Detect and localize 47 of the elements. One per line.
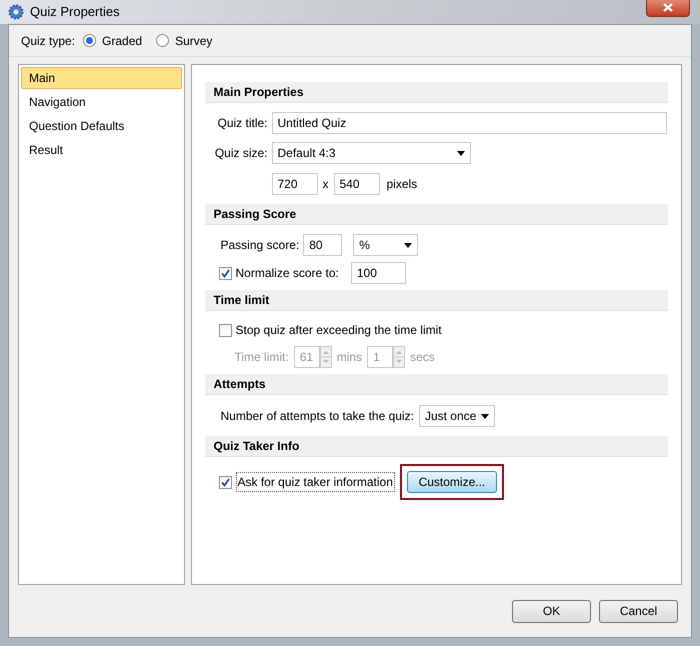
- dialog-button[interactable]: OK: [512, 600, 591, 622]
- field-label: Number of attempts to take the quiz:: [220, 408, 414, 425]
- field-label: Passing score:: [220, 237, 300, 254]
- checkbox[interactable]: [218, 266, 232, 280]
- radio-label: Graded: [102, 32, 142, 50]
- sidebar-item[interactable]: Navigation: [21, 91, 182, 113]
- dropdown[interactable]: %: [353, 234, 418, 256]
- sidebar-item[interactable]: Main: [21, 67, 182, 89]
- radio-button[interactable]: [83, 34, 96, 47]
- field-label: Quiz title:: [216, 115, 268, 132]
- sidebar-item[interactable]: Question Defaults: [21, 115, 182, 137]
- section-header: Quiz Taker Info: [204, 436, 668, 457]
- unit-label: mins: [336, 349, 362, 366]
- unit-label: pixels: [386, 176, 418, 193]
- dialog-button[interactable]: Cancel: [599, 600, 678, 622]
- input-field[interactable]: Untitled Quiz: [272, 112, 667, 134]
- field-label: Time limit:: [234, 349, 289, 366]
- customize-button[interactable]: Customize...: [406, 471, 497, 493]
- checkbox-label: Normalize score to:: [236, 265, 339, 282]
- field-label: Quiz type:: [21, 32, 76, 50]
- input-field[interactable]: 720: [272, 173, 318, 195]
- radio-button[interactable]: [156, 34, 170, 47]
- dropdown[interactable]: Default 4:3: [272, 142, 470, 164]
- caret-icon: [404, 242, 412, 248]
- section-header: Attempts: [204, 374, 668, 395]
- radio-label: Survey: [175, 32, 212, 50]
- gear-icon: [8, 4, 24, 20]
- checkbox[interactable]: [218, 476, 232, 488]
- times-sign: x: [322, 176, 328, 193]
- input-field[interactable]: 100: [350, 262, 406, 284]
- checkbox-label: Ask for quiz taker information: [236, 472, 395, 492]
- checkbox-label: Stop quiz after exceeding the time limit: [236, 322, 442, 339]
- sidebar-item[interactable]: Result: [21, 139, 182, 161]
- unit-label: secs: [410, 349, 435, 366]
- caret-icon: [456, 150, 464, 156]
- window-title: Quiz Properties: [30, 3, 121, 22]
- caret-icon: [480, 414, 489, 418]
- close-icon: [663, 2, 673, 12]
- close-button[interactable]: [646, 0, 690, 16]
- section-header: Main Properties: [204, 82, 668, 103]
- input-field[interactable]: 80: [303, 234, 342, 256]
- input-field[interactable]: 540: [334, 173, 380, 195]
- field-label: Quiz size:: [214, 145, 268, 162]
- section-header: Time limit: [204, 290, 668, 311]
- checkbox[interactable]: [218, 324, 232, 336]
- section-header: Passing Score: [204, 204, 668, 225]
- dropdown[interactable]: Just once: [418, 405, 495, 427]
